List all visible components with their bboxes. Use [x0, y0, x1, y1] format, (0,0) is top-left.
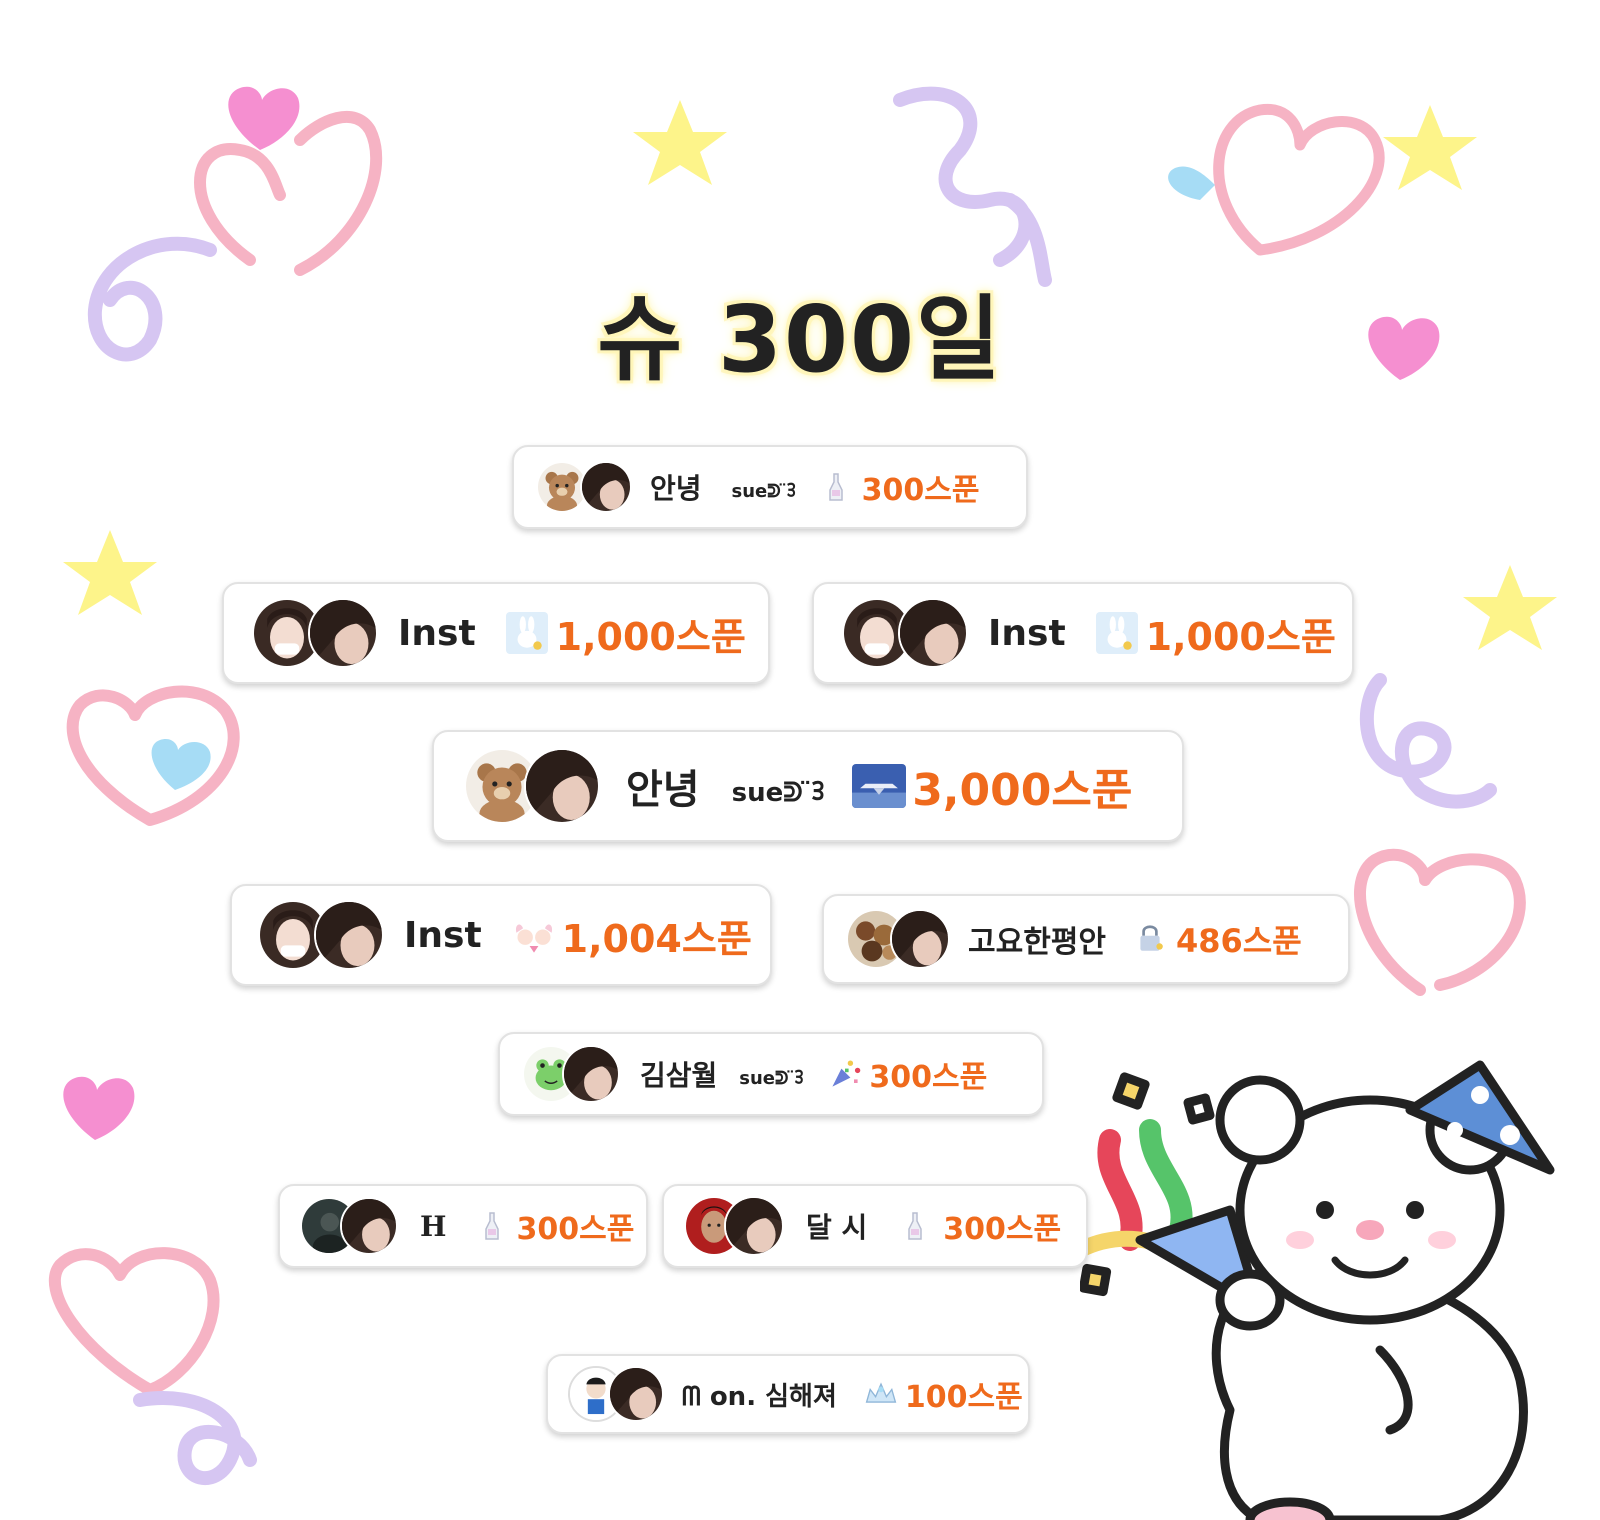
- ribbon-squiggle-icon: [133, 1391, 257, 1485]
- yellow-star-icon: [633, 100, 727, 185]
- donor-signature: sueᕲ ̈ᢃ: [739, 1067, 804, 1089]
- heart-outline-icon: [1354, 848, 1526, 996]
- donor-avatars: [258, 900, 384, 970]
- donation-card[interactable]: 안녕 sueᕲ ̈ᢃ 300스푼: [512, 445, 1028, 529]
- bottle-gift-icon: [905, 1211, 925, 1241]
- donor-avatars: [252, 598, 378, 668]
- donor-name: Inst: [398, 612, 476, 654]
- yellow-star-icon: [63, 530, 157, 615]
- profile-avatar: [724, 1196, 784, 1256]
- donor-avatars: [846, 909, 950, 969]
- bottle-gift-icon: [826, 472, 846, 502]
- donation-amount: 1,000스푼: [555, 614, 746, 659]
- donation-card[interactable]: 김삼월 sueᕲ ̈ᢃ 300스푼: [498, 1032, 1044, 1116]
- blue-heart-icon: [151, 739, 211, 790]
- profile-avatar: [314, 900, 384, 970]
- donor-name: ᗰ on. 심해져: [682, 1381, 837, 1412]
- confetti-gift-icon: [827, 1056, 863, 1092]
- donor-avatars: [842, 598, 968, 668]
- ribbon-squiggle-icon: [893, 86, 1052, 287]
- donation-amount: 300스푼: [943, 1212, 1062, 1247]
- donor-name: Inst: [988, 612, 1066, 654]
- donation-card[interactable]: 달 시 300스푼: [662, 1184, 1088, 1268]
- donation-card[interactable]: 안녕 sueᕲ ̈ᢃ 3,000스푼: [432, 730, 1184, 842]
- donor-avatars: [464, 748, 600, 824]
- profile-avatar: [580, 461, 632, 513]
- pink-heart-icon: [228, 86, 300, 150]
- donation-amount: 3,000스푼: [912, 765, 1133, 816]
- profile-avatar: [340, 1197, 398, 1255]
- donor-name: 안녕: [650, 472, 702, 505]
- tiara-gift-icon: [863, 1380, 899, 1408]
- bottle-gift-icon: [482, 1211, 502, 1241]
- donor-avatars: [568, 1366, 664, 1422]
- heart-outline-icon: [1213, 103, 1385, 256]
- profile-avatar: [524, 748, 600, 824]
- bunny-gift-icon: [1096, 612, 1138, 654]
- donation-card[interactable]: Inst 1,000스푼: [812, 582, 1354, 684]
- donation-amount: 486스푼: [1176, 922, 1302, 960]
- donor-avatars: [300, 1197, 398, 1255]
- donation-card[interactable]: H 300스푼: [278, 1184, 648, 1268]
- bunny-gift-icon: [506, 612, 548, 654]
- angels-gift-icon: [512, 913, 556, 957]
- page-title: 슈 300일: [597, 286, 1003, 393]
- heart-outline-icon: [49, 1247, 220, 1396]
- donor-name: Inst: [404, 914, 482, 956]
- donation-amount: 300스푼: [861, 473, 980, 508]
- pink-heart-icon: [63, 1076, 135, 1140]
- donor-name: 고요한평안: [968, 925, 1106, 960]
- profile-avatar: [890, 909, 950, 969]
- donor-name: 달 시: [806, 1211, 868, 1244]
- donation-amount: 300스푼: [869, 1060, 988, 1095]
- donation-card[interactable]: 고요한평안 486스푼: [822, 894, 1350, 984]
- donor-name: 김삼월: [640, 1059, 718, 1092]
- donor-signature: sueᕲ ̈ᢃ: [731, 778, 825, 808]
- lock-gift-icon: [1134, 923, 1166, 955]
- profile-avatar: [562, 1045, 620, 1103]
- yellow-star-icon: [1383, 105, 1477, 190]
- airplane-gift-icon: [852, 764, 906, 808]
- ribbon-squiggle-icon: [1359, 673, 1497, 809]
- donation-card[interactable]: ᗰ on. 심해져 100스푼: [546, 1354, 1030, 1434]
- donor-avatars: [684, 1196, 784, 1256]
- donor-avatars: [536, 461, 632, 513]
- profile-avatar: [608, 1366, 664, 1422]
- donor-signature: sueᕲ ̈ᢃ: [731, 480, 796, 502]
- donation-amount: 1,004스푼: [561, 916, 752, 961]
- party-bear-illustration: [1080, 1060, 1555, 1520]
- heart-outline-icon: [194, 110, 383, 276]
- donation-amount: 300스푼: [516, 1212, 635, 1247]
- donation-card[interactable]: Inst 1,004스푼: [230, 884, 772, 986]
- donation-amount: 1,000스푼: [1145, 614, 1336, 659]
- blue-wing-icon: [1168, 166, 1215, 200]
- donation-amount: 100스푼: [904, 1380, 1023, 1415]
- donor-avatars: [522, 1045, 620, 1103]
- profile-avatar: [898, 598, 968, 668]
- profile-avatar: [308, 598, 378, 668]
- donor-name: H: [420, 1209, 447, 1243]
- donor-name: 안녕: [626, 767, 700, 813]
- yellow-star-icon: [1463, 565, 1557, 650]
- donation-card[interactable]: Inst 1,000스푼: [222, 582, 770, 684]
